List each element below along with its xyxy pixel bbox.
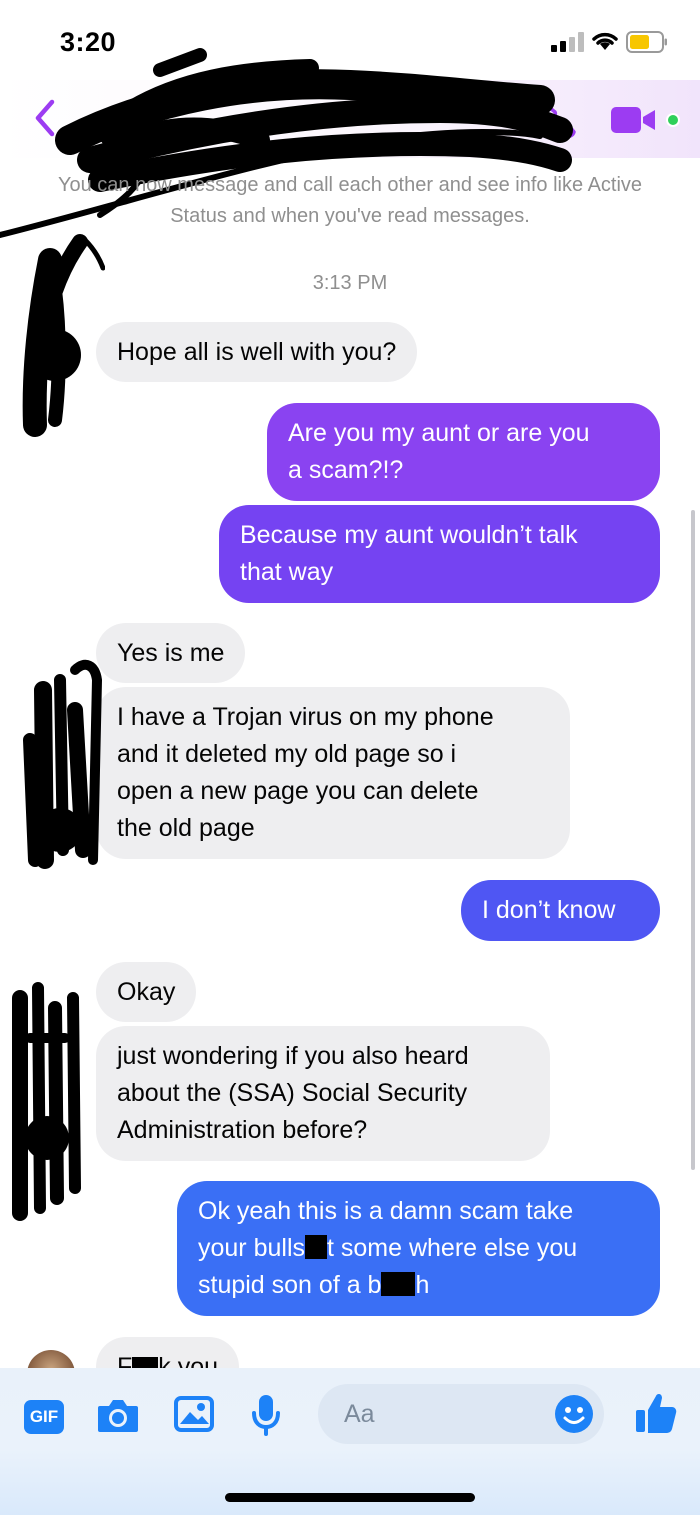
message-timestamp: 3:13 PM bbox=[312, 272, 388, 294]
message-incoming[interactable]: just wondering if you also heard about t… bbox=[96, 1026, 550, 1161]
message-outgoing[interactable]: Ok yeah this is a damn scam take your bu… bbox=[177, 1181, 660, 1316]
image-icon[interactable] bbox=[174, 1396, 214, 1432]
message-incoming[interactable]: Hope all is well with you? bbox=[96, 322, 418, 382]
message-text-line: Ok yeah this is a damn scam take bbox=[198, 1197, 574, 1225]
phone-icon[interactable] bbox=[540, 102, 580, 142]
message-text-line: open a new page you can delete bbox=[117, 777, 479, 805]
message-text-line: and it deleted my old page so i bbox=[117, 740, 457, 768]
message-text-line: Administration before? bbox=[117, 1116, 368, 1144]
message-outgoing[interactable]: I don’t know bbox=[461, 880, 660, 941]
connection-notice: You can now message and call each other … bbox=[57, 174, 643, 227]
message-text-line: about the (SSA) Social Security bbox=[117, 1079, 468, 1107]
message-text-line: that way bbox=[240, 558, 334, 586]
message-text: Hope all is well with you? bbox=[117, 338, 397, 366]
message-incoming[interactable]: I have a Trojan virus on my phone and it… bbox=[96, 687, 570, 859]
message-text: Okay bbox=[117, 978, 176, 1006]
message-text-line: a scam?!? bbox=[288, 456, 404, 484]
message-text-line: Are you my aunt or are you bbox=[288, 419, 590, 447]
message-incoming[interactable]: Okay bbox=[96, 962, 197, 1022]
message-outgoing[interactable]: Are you my aunt or are you a scam?!? bbox=[267, 403, 660, 501]
video-camera-icon[interactable] bbox=[610, 105, 660, 135]
conversation-header bbox=[0, 80, 700, 158]
message-composer: GIF bbox=[0, 1368, 700, 1515]
cellular-signal-icon bbox=[551, 32, 585, 52]
back-chevron-icon[interactable] bbox=[30, 96, 60, 140]
emoji-icon[interactable] bbox=[553, 1393, 595, 1435]
redaction-scribble bbox=[23, 659, 102, 869]
redaction-scribble bbox=[22, 234, 105, 437]
status-bar: 3:20 bbox=[0, 0, 700, 80]
message-text: Yes is me bbox=[117, 639, 225, 667]
message-text-line: your bulls t some where else you bbox=[198, 1230, 639, 1267]
home-indicator[interactable] bbox=[225, 1493, 475, 1502]
redaction-scribble bbox=[12, 982, 81, 1221]
thumbs-up-icon[interactable] bbox=[634, 1390, 678, 1436]
message-incoming[interactable]: Yes is me bbox=[96, 623, 246, 683]
battery-icon bbox=[626, 31, 667, 53]
scrollbar[interactable] bbox=[691, 510, 695, 1170]
message-text-line: the old page bbox=[117, 814, 255, 842]
gif-button[interactable]: GIF bbox=[24, 1400, 64, 1434]
message-text-fragment: your bulls bbox=[198, 1234, 305, 1262]
status-time: 3:20 bbox=[60, 27, 117, 57]
message-text: I don’t know bbox=[482, 896, 616, 924]
message-outgoing[interactable]: Because my aunt wouldn’t talk that way bbox=[219, 505, 660, 603]
message-text-fragment: t some where else you bbox=[327, 1234, 578, 1262]
wifi-icon bbox=[592, 32, 618, 50]
message-text-line: I have a Trojan virus on my phone bbox=[117, 703, 494, 731]
message-text-line: Because my aunt wouldn’t talk bbox=[240, 521, 578, 549]
camera-icon[interactable] bbox=[96, 1396, 140, 1436]
microphone-icon[interactable] bbox=[250, 1393, 282, 1437]
message-text-fragment: stupid son of a b bbox=[198, 1271, 382, 1299]
message-text-line: just wondering if you also heard bbox=[117, 1042, 469, 1070]
message-text-fragment: h bbox=[415, 1271, 430, 1299]
censor-block bbox=[305, 1235, 327, 1259]
message-text-line: stupid son of a b h bbox=[198, 1267, 639, 1304]
censor-block bbox=[381, 1272, 416, 1296]
active-status-dot bbox=[666, 113, 680, 127]
